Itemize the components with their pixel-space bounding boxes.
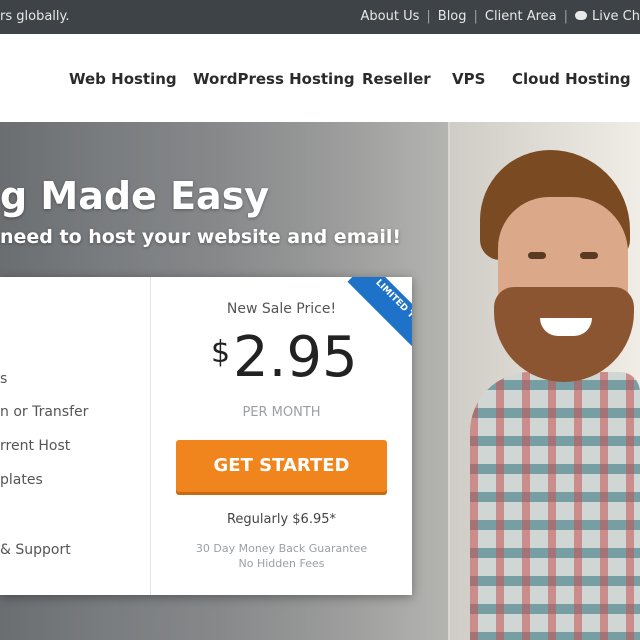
client-area-link[interactable]: Client Area [485, 9, 557, 24]
chat-bubble-icon [575, 11, 587, 20]
get-started-button[interactable]: GET STARTED [176, 440, 387, 492]
feature-item: rrent Host [0, 438, 71, 454]
per-month-label: PER MONTH [242, 405, 321, 420]
about-us-link[interactable]: About Us [361, 9, 420, 24]
pricing-card: s n or Transfer rrent Host plates & Supp… [0, 277, 412, 595]
top-bar: rs globally. About Us | Blog | Client Ar… [0, 0, 640, 34]
hero-person-image [470, 142, 640, 640]
currency-symbol: $ [211, 335, 231, 370]
limited-time-ribbon: LIMITED TIME [332, 277, 412, 357]
live-chat-label: Live Ch [592, 9, 640, 24]
feature-item: s [0, 371, 8, 387]
separator: | [563, 9, 568, 24]
nav-vps[interactable]: VPS [452, 70, 485, 88]
feature-list: s n or Transfer rrent Host plates & Supp… [0, 277, 151, 595]
money-back-guarantee: 30 Day Money Back Guarantee [195, 542, 368, 555]
ribbon-label: LIMITED TIME [347, 277, 412, 357]
tagline: rs globally. [0, 9, 70, 24]
top-links: About Us | Blog | Client Area | Live Ch [361, 9, 640, 24]
hero-subtitle: need to host your website and email! [0, 226, 402, 248]
blog-link[interactable]: Blog [438, 9, 467, 24]
hero-title: g Made Easy [0, 174, 270, 218]
no-hidden-fees: No Hidden Fees [238, 557, 325, 570]
live-chat-link[interactable]: Live Ch [575, 9, 640, 24]
nav-cloud-hosting[interactable]: Cloud Hosting [512, 70, 631, 88]
feature-item: & Support [0, 542, 71, 558]
regular-price: Regularly $6.95* [226, 512, 336, 527]
plaid-shirt [470, 372, 640, 640]
feature-item: plates [0, 472, 43, 488]
left-eye [528, 252, 546, 259]
main-nav: Web Hosting WordPress Hosting Reseller V… [0, 34, 640, 122]
separator: | [473, 9, 478, 24]
nav-wordpress-hosting[interactable]: WordPress Hosting [193, 70, 355, 88]
right-eye [580, 252, 598, 259]
separator: | [426, 9, 431, 24]
nav-web-hosting[interactable]: Web Hosting [69, 70, 177, 88]
nav-reseller[interactable]: Reseller [362, 70, 431, 88]
feature-item: n or Transfer [0, 404, 89, 420]
